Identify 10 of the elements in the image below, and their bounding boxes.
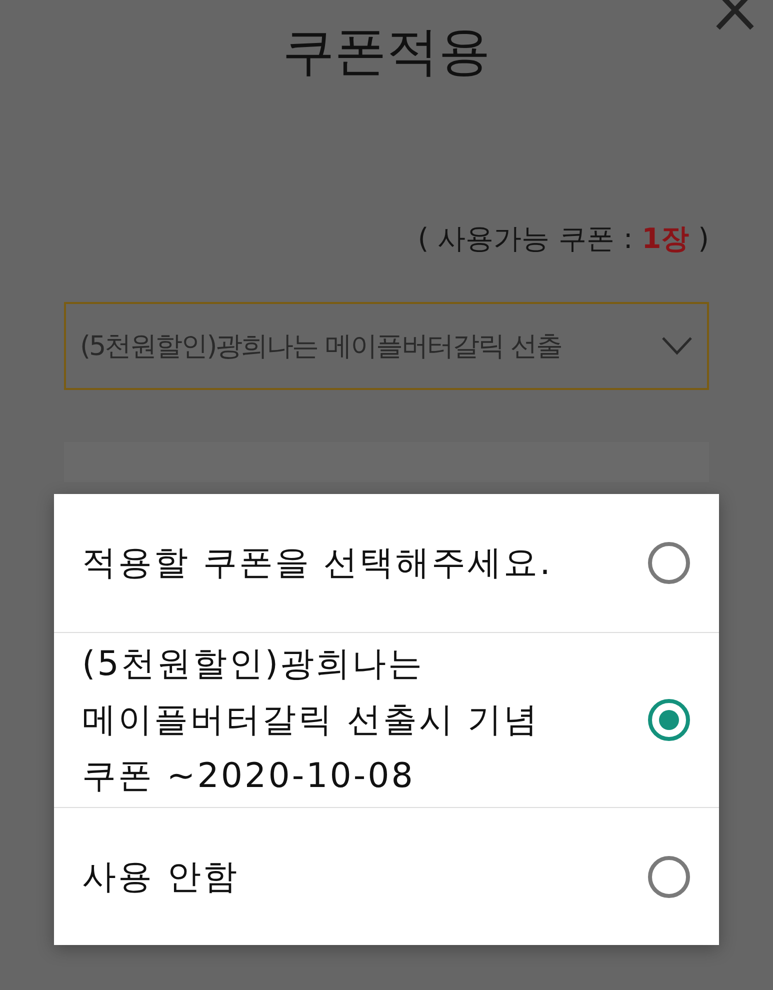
radio-button[interactable] [647, 698, 691, 742]
available-coupons-text: ( 사용가능 쿠폰 : 1장 ) [418, 221, 709, 257]
coupon-option[interactable]: (5천원할인)광희나는 메이플버터갈릭 선출시 기념 쿠폰 ~2020-10-08 [54, 632, 719, 807]
page-title: 쿠폰적용 [282, 21, 490, 84]
coupon-option[interactable]: 사용 안함 [54, 807, 719, 945]
close-icon[interactable] [715, 0, 755, 30]
coupon-option[interactable]: 적용할 쿠폰을 선택해주세요. [54, 494, 719, 632]
radio-button[interactable] [647, 854, 691, 898]
radio-button[interactable] [647, 541, 691, 585]
chevron-down-icon [661, 336, 693, 356]
